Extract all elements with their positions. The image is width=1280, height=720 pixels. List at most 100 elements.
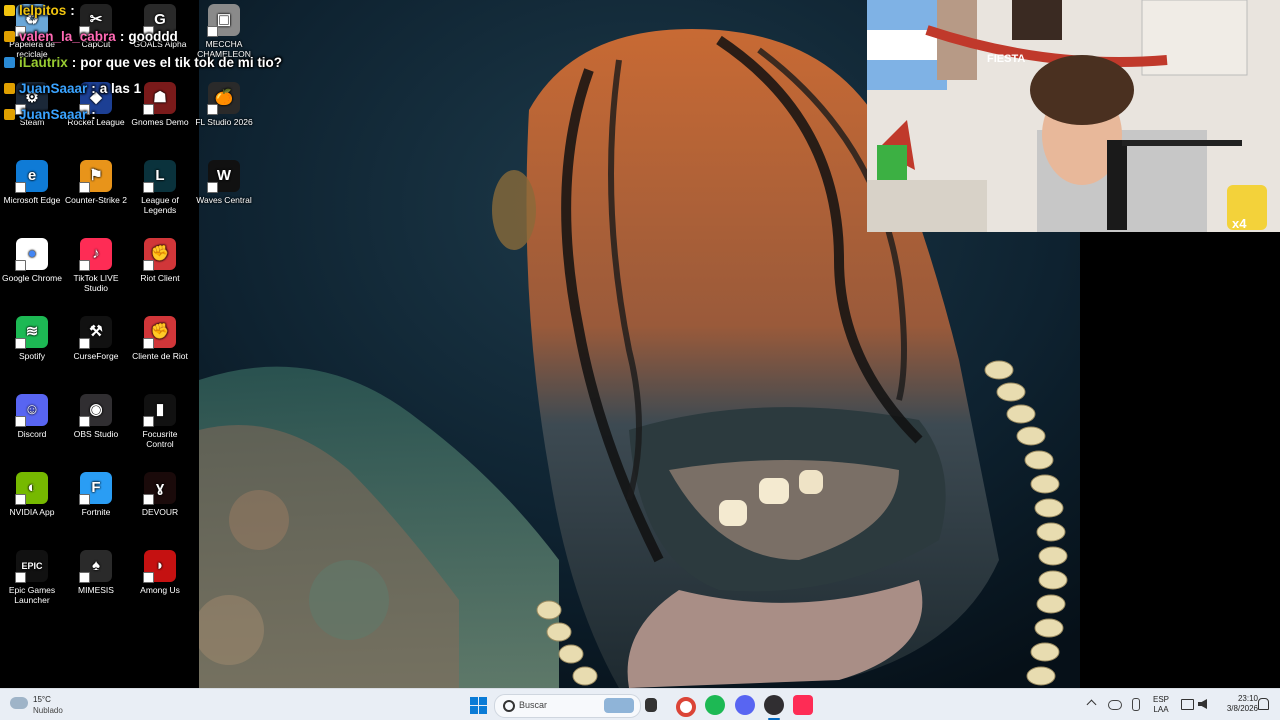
- chat-separator: :: [70, 3, 75, 18]
- shortcut-label: Among Us: [140, 585, 180, 595]
- taskbar-chrome-icon[interactable]: [676, 697, 696, 717]
- desktop-shortcut[interactable]: L League of Legends: [128, 160, 192, 215]
- taskbar-tiktok-icon[interactable]: [793, 695, 813, 715]
- desktop-shortcut[interactable]: ☺ Discord: [0, 394, 64, 439]
- desktop-shortcut[interactable]: ✊ Cliente de Riot: [128, 316, 192, 361]
- shortcut-label: CurseForge: [73, 351, 119, 361]
- fortnite-icon: F: [79, 472, 112, 505]
- taskbar-obs-icon[interactable]: [764, 695, 784, 715]
- chat-username: JuanSaaar: [19, 81, 88, 96]
- shortcut-arrow-icon: [143, 572, 154, 583]
- chrome-icon: ●: [15, 238, 48, 271]
- shortcut-label: DEVOUR: [141, 507, 179, 517]
- desktop-shortcut[interactable]: ⚒ CurseForge: [64, 316, 128, 361]
- epic-icon: EPIC: [15, 550, 48, 583]
- chat-message: lelpitos:: [4, 3, 79, 18]
- desktop-shortcut[interactable]: ✊ Riot Client: [128, 238, 192, 283]
- clock-time: 23:10: [1237, 694, 1258, 703]
- waves-icon: W: [207, 160, 240, 193]
- desktop-shortcut[interactable]: e Microsoft Edge: [0, 160, 64, 205]
- desktop-shortcut[interactable]: ◉ OBS Studio: [64, 394, 128, 439]
- search-placeholder: Buscar: [519, 700, 548, 710]
- icon-glyph: e: [27, 167, 37, 184]
- network-icon[interactable]: [1181, 699, 1194, 710]
- icon-glyph: L: [155, 167, 165, 184]
- shortcut-label: NVIDIA App: [9, 507, 55, 517]
- desktop-shortcut[interactable]: W Waves Central: [192, 160, 256, 205]
- desktop-shortcut[interactable]: ♪ TikTok LIVE Studio: [64, 238, 128, 293]
- desktop-shortcut[interactable]: ♠ MIMESIS: [64, 550, 128, 595]
- weather-temp: 15°C: [33, 695, 51, 704]
- chat-badge-icon: [4, 109, 15, 120]
- desktop-shortcut[interactable]: F Fortnite: [64, 472, 128, 517]
- chat-separator: :: [71, 55, 77, 70]
- cloud-icon: [10, 697, 28, 709]
- mimesis-icon: ♠: [79, 550, 112, 583]
- desktop-shortcut[interactable]: EPIC Epic Games Launcher: [0, 550, 64, 605]
- shortcut-label: MIMESIS: [78, 585, 114, 595]
- search-box[interactable]: Buscar: [494, 694, 641, 718]
- party-banner-text: FIESTA: [987, 53, 1025, 65]
- icon-glyph: F: [91, 479, 101, 496]
- counter-text: x4: [1232, 216, 1247, 231]
- desktop-shortcut[interactable]: ▮ Focusrite Control: [128, 394, 192, 449]
- icon-glyph: W: [216, 167, 232, 184]
- shortcut-arrow-icon: [79, 572, 90, 583]
- shortcut-arrow-icon: [143, 494, 154, 505]
- shortcut-label: Counter-Strike 2: [65, 195, 127, 205]
- shortcut-arrow-icon: [143, 260, 154, 271]
- volume-icon[interactable]: [1198, 699, 1207, 709]
- chat-badge-icon: [4, 83, 15, 94]
- shortcut-arrow-icon: [143, 104, 154, 115]
- obs-icon: ◉: [79, 394, 112, 427]
- weather-widget[interactable]: 15°C Nublado: [10, 693, 100, 717]
- chat-separator: :: [119, 29, 125, 44]
- shortcut-arrow-icon: [15, 572, 26, 583]
- shortcut-arrow-icon: [143, 338, 154, 349]
- taskbar-discord-icon[interactable]: [735, 695, 755, 715]
- notification-bell-icon[interactable]: [1258, 698, 1269, 710]
- tray-mic-icon[interactable]: [1132, 698, 1140, 711]
- shortcut-label: Cliente de Riot: [132, 351, 188, 361]
- tray-chevron-icon[interactable]: [1086, 699, 1097, 710]
- spotify-icon: ≋: [15, 316, 48, 349]
- shortcut-arrow-icon: [79, 494, 90, 505]
- shortcut-label: Waves Central: [196, 195, 252, 205]
- task-view-button[interactable]: [645, 698, 657, 712]
- shortcut-label: Gnomes Demo: [131, 117, 189, 127]
- windows-icon: [469, 696, 487, 714]
- shortcut-label: Microsoft Edge: [3, 195, 61, 205]
- search-icon: [503, 700, 515, 712]
- chat-message: JuanSaaar: a las 1: [4, 81, 141, 96]
- desktop-shortcut[interactable]: ● Google Chrome: [0, 238, 64, 283]
- chat-message: JuanSaaar:: [4, 107, 100, 122]
- discord-icon: ☺: [15, 394, 48, 427]
- webcam-feed: FIESTA x4: [867, 0, 1280, 232]
- chat-separator: :: [91, 107, 96, 122]
- start-button[interactable]: [468, 695, 488, 715]
- desktop-shortcut[interactable]: ◗ Among Us: [128, 550, 192, 595]
- icon-glyph: ✊: [150, 323, 170, 340]
- riot-icon: ✊: [143, 316, 176, 349]
- tray-cloud-icon[interactable]: [1108, 700, 1122, 710]
- icon-glyph: ♠: [92, 557, 100, 574]
- taskbar-spotify-icon[interactable]: [705, 695, 725, 715]
- desktop-shortcut[interactable]: 🍊 FL Studio 2026: [192, 82, 256, 127]
- desktop-shortcut[interactable]: ⚑ Counter-Strike 2: [64, 160, 128, 205]
- desktop-shortcut[interactable]: ɣ DEVOUR: [128, 472, 192, 517]
- shortcut-label: League of Legends: [141, 195, 179, 215]
- shortcut-arrow-icon: [79, 182, 90, 193]
- desktop-shortcut[interactable]: ≋ Spotify: [0, 316, 64, 361]
- lol-icon: L: [143, 160, 176, 193]
- language-indicator[interactable]: ESP LAA: [1148, 695, 1174, 715]
- desktop-shortcut[interactable]: ◐ NVIDIA App: [0, 472, 64, 517]
- shortcut-label: Google Chrome: [1, 273, 62, 283]
- shortcut-arrow-icon: [15, 494, 26, 505]
- shortcut-arrow-icon: [15, 260, 26, 271]
- chat-username: JuanSaaar: [19, 107, 88, 122]
- desktop-screen: FIESTA x4 ♻ Papelera de reciclaje ✂ CapCut G…: [0, 0, 1280, 720]
- desktop-shortcut[interactable]: ▣ MECCHA CHAMELEON: [192, 4, 256, 59]
- clock[interactable]: 23:10 3/8/2026: [1212, 694, 1258, 714]
- icon-glyph: EPIC: [21, 561, 43, 571]
- shortcut-label: FL Studio 2026: [195, 117, 253, 127]
